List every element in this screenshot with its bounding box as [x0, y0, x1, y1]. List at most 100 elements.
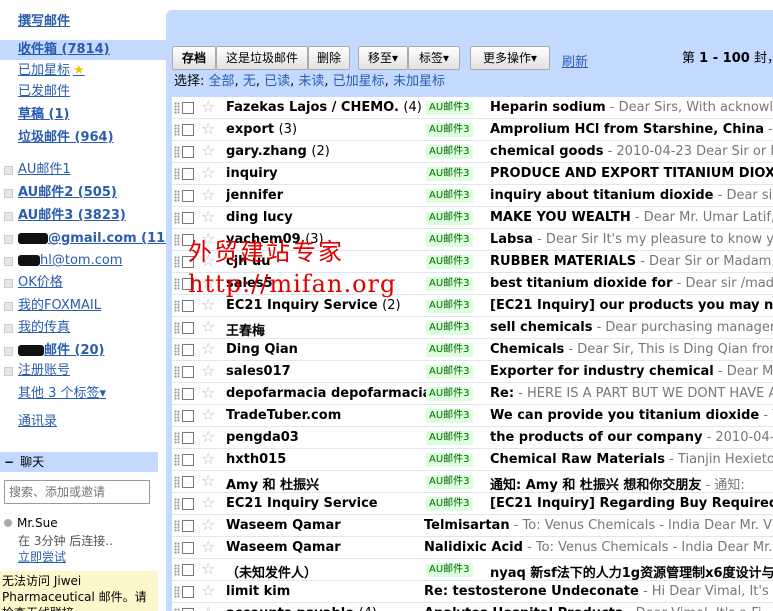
- star-icon[interactable]: ☆: [201, 384, 215, 402]
- row-checkbox[interactable]: [182, 542, 194, 554]
- table-row[interactable]: ☆ Amy 和 杜振兴 AU邮件3 通知: Amy 和 杜振兴 想和你交朋友 - 通…: [172, 471, 773, 493]
- star-icon[interactable]: ☆: [201, 164, 215, 182]
- select-option-1[interactable]: 无: [243, 74, 256, 89]
- sidebar-item-0[interactable]: 收件箱 (7814): [0, 40, 166, 60]
- star-icon[interactable]: ☆: [201, 230, 215, 248]
- star-icon[interactable]: ☆: [201, 494, 215, 512]
- row-checkbox[interactable]: [182, 168, 194, 180]
- label-badge[interactable]: AU邮件3: [426, 167, 473, 181]
- delete-button[interactable]: 删除: [308, 46, 350, 70]
- table-row[interactable]: ☆ EC21 Inquiry Service (2) AU邮件3 [EC21 Inqu…: [172, 295, 773, 317]
- sidebar-item-3[interactable]: 草稿 (1): [0, 105, 166, 125]
- star-icon[interactable]: ☆: [201, 538, 215, 556]
- drag-handle-icon[interactable]: [174, 410, 180, 422]
- sidebar-item-9[interactable]: hl@tom.com: [0, 251, 166, 271]
- label-badge[interactable]: AU邮件3: [426, 387, 473, 401]
- table-row[interactable]: ☆ depofarmacia depofarmacia AU邮件3 Re: - HE…: [172, 383, 773, 405]
- label-badge[interactable]: AU邮件3: [426, 255, 473, 269]
- star-icon[interactable]: ☆: [201, 120, 215, 138]
- star-icon[interactable]: ☆: [201, 252, 215, 270]
- drag-handle-icon[interactable]: [174, 344, 180, 356]
- table-row[interactable]: ☆ sales5 AU邮件3 best titanium dioxide for -…: [172, 273, 773, 295]
- star-icon[interactable]: ☆: [201, 582, 215, 600]
- sidebar-item-4[interactable]: 垃圾邮件 (964): [0, 128, 166, 148]
- row-checkbox[interactable]: [182, 410, 194, 422]
- chat-header[interactable]: − 聊天: [0, 452, 158, 472]
- row-checkbox[interactable]: [182, 520, 194, 532]
- table-row[interactable]: ☆ Ding Qian AU邮件3 Chemicals - Dear Sir, Th…: [172, 339, 773, 361]
- star-icon[interactable]: ☆: [201, 186, 215, 204]
- sidebar-item-2[interactable]: 已发邮件: [0, 82, 166, 102]
- drag-handle-icon[interactable]: [174, 102, 180, 114]
- table-row[interactable]: ☆ Waseem Qamar Telmisartan - To: Venus Ch…: [172, 515, 773, 537]
- row-checkbox[interactable]: [182, 564, 194, 576]
- star-icon[interactable]: ☆: [201, 406, 215, 424]
- row-checkbox[interactable]: [182, 212, 194, 224]
- star-icon[interactable]: ☆: [201, 604, 215, 611]
- try-now-link[interactable]: 立即尝试: [18, 548, 66, 565]
- table-row[interactable]: ☆ EC21 Inquiry Service AU邮件3 [EC21 Inquiry…: [172, 493, 773, 515]
- star-icon[interactable]: ☆: [201, 472, 215, 490]
- label-badge[interactable]: AU邮件3: [426, 101, 473, 115]
- star-icon[interactable]: ☆: [201, 142, 215, 160]
- drag-handle-icon[interactable]: [174, 388, 180, 400]
- label-badge[interactable]: AU邮件3: [426, 189, 473, 203]
- drag-handle-icon[interactable]: [174, 542, 180, 554]
- refresh-link[interactable]: 刷新: [562, 51, 588, 70]
- drag-handle-icon[interactable]: [174, 498, 180, 510]
- star-icon[interactable]: ☆: [201, 362, 215, 380]
- drag-handle-icon[interactable]: [174, 432, 180, 444]
- table-row[interactable]: ☆ export (3) AU邮件3 Amprolium HCl from Stars…: [172, 119, 773, 141]
- table-row[interactable]: ☆ limit kim Re: testosterone Undeconate -…: [172, 581, 773, 603]
- table-row[interactable]: ☆ inquiry AU邮件3 PRODUCE AND EXPORT TITANIU…: [172, 163, 773, 185]
- label-badge[interactable]: AU邮件3: [426, 123, 473, 137]
- select-option-5[interactable]: 未加星标: [393, 74, 445, 89]
- collapse-icon[interactable]: −: [4, 455, 14, 469]
- star-icon[interactable]: ☆: [201, 340, 215, 358]
- drag-handle-icon[interactable]: [174, 234, 180, 246]
- row-checkbox[interactable]: [182, 146, 194, 158]
- label-badge[interactable]: AU邮件3: [426, 365, 473, 379]
- star-icon[interactable]: ☆: [201, 208, 215, 226]
- label-badge[interactable]: AU邮件3: [426, 145, 473, 159]
- drag-handle-icon[interactable]: [174, 586, 180, 598]
- table-row[interactable]: ☆ pengda03 AU邮件3 the products of our compa…: [172, 427, 773, 449]
- table-row[interactable]: ☆ ding lucy AU邮件3 MAKE YOU WEALTH - Dear M…: [172, 207, 773, 229]
- more-actions-dropdown[interactable]: 更多操作▾: [470, 46, 550, 70]
- label-badge[interactable]: AU邮件3: [426, 343, 473, 357]
- sidebar-item-10[interactable]: OK价格: [0, 273, 166, 293]
- table-row[interactable]: ☆ Fazekas Lajos / CHEMO. (4) AU邮件3 Heparin …: [172, 97, 773, 119]
- sidebar-item-8[interactable]: @gmail.com (111): [0, 229, 180, 249]
- drag-handle-icon[interactable]: [174, 476, 180, 488]
- table-row[interactable]: ☆ 王春梅 AU邮件3 sell chemicals - Dear purchasi…: [172, 317, 773, 339]
- chat-contact[interactable]: Mr.Sue: [4, 516, 58, 530]
- table-row[interactable]: ☆ accounts.payable (4)Analytes Hospital P…: [172, 603, 773, 611]
- row-checkbox[interactable]: [182, 234, 194, 246]
- drag-handle-icon[interactable]: [174, 300, 180, 312]
- drag-handle-icon[interactable]: [174, 454, 180, 466]
- select-option-2[interactable]: 已读: [264, 74, 290, 89]
- select-option-3[interactable]: 未读: [298, 74, 324, 89]
- drag-handle-icon[interactable]: [174, 256, 180, 268]
- drag-handle-icon[interactable]: [174, 124, 180, 136]
- sidebar-item-7[interactable]: AU邮件3 (3823): [0, 206, 166, 226]
- drag-handle-icon[interactable]: [174, 168, 180, 180]
- table-row[interactable]: ☆ cjh uu AU邮件3 RUBBER MATERIALS - Dear Sir…: [172, 251, 773, 273]
- row-checkbox[interactable]: [182, 124, 194, 136]
- drag-handle-icon[interactable]: [174, 146, 180, 158]
- table-row[interactable]: ☆ Waseem Qamar Nalidixic Acid - To: Venus…: [172, 537, 773, 559]
- table-row[interactable]: ☆ hxth015 AU邮件3 Chemical Raw Materials - T…: [172, 449, 773, 471]
- star-icon[interactable]: ☆: [201, 560, 215, 578]
- drag-handle-icon[interactable]: [174, 278, 180, 290]
- sidebar-item-14[interactable]: 注册账号: [0, 361, 166, 381]
- sidebar-item-11[interactable]: 我的FOXMAIL: [0, 296, 166, 316]
- archive-button[interactable]: 存档: [172, 46, 216, 70]
- star-icon[interactable]: ☆: [201, 296, 215, 314]
- label-badge[interactable]: AU邮件3: [426, 431, 473, 445]
- label-badge[interactable]: AU邮件3: [426, 497, 473, 511]
- table-row[interactable]: ☆ jennifer AU邮件3 inquiry about titanium di…: [172, 185, 773, 207]
- sidebar-item-5[interactable]: AU邮件1: [0, 160, 166, 180]
- move-to-dropdown[interactable]: 移至▾: [358, 46, 408, 70]
- star-icon[interactable]: ☆: [201, 450, 215, 468]
- report-spam-button[interactable]: 这是垃圾邮件: [216, 46, 308, 70]
